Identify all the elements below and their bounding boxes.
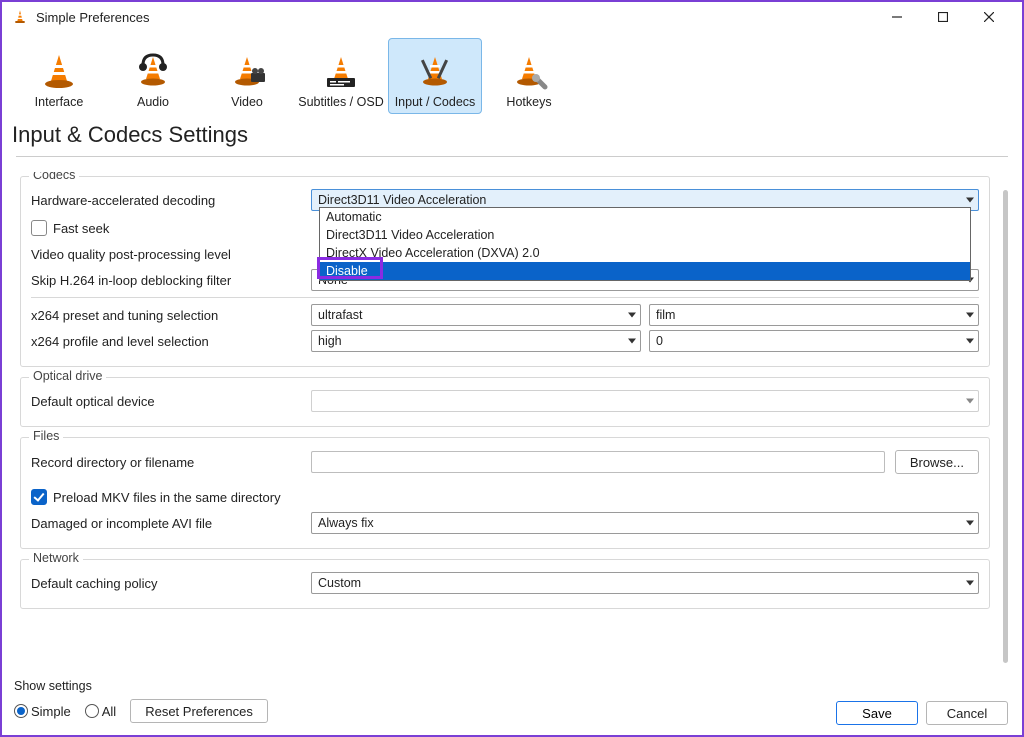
combo-value: film <box>656 308 960 322</box>
combo-value: Custom <box>318 576 960 590</box>
tab-interface[interactable]: Interface <box>12 38 106 114</box>
bottom-bar: Show settings Simple All Reset Preferenc… <box>12 683 1012 727</box>
tab-label: Audio <box>137 95 169 109</box>
record-dir-input[interactable] <box>311 451 885 473</box>
group-legend: Codecs <box>29 172 79 182</box>
show-settings-legend: Show settings <box>14 679 92 693</box>
combo-value: Always fix <box>318 516 960 530</box>
settings-scroll-area: Codecs Hardware-accelerated decoding Dir… <box>12 172 1012 681</box>
hw-decoding-label: Hardware-accelerated decoding <box>31 193 301 208</box>
radio-label: Simple <box>31 704 71 719</box>
radio-all[interactable]: All <box>85 704 126 719</box>
cone-wrench-icon <box>509 51 549 91</box>
save-button[interactable]: Save <box>836 701 918 725</box>
radio-icon <box>85 704 99 718</box>
cone-tools-icon <box>415 51 455 91</box>
group-legend: Network <box>29 551 83 565</box>
group-optical: Optical drive Default optical device <box>20 377 990 427</box>
avi-combo[interactable]: Always fix <box>311 512 979 534</box>
preferences-tabstrip: Interface Audio Video Subtitles / OSD In… <box>2 32 1022 118</box>
cone-subtitles-icon <box>321 51 361 91</box>
chevron-down-icon <box>966 313 974 318</box>
tab-label: Subtitles / OSD <box>298 95 383 109</box>
group-files: Files Record directory or filename Brows… <box>20 437 990 549</box>
default-optical-combo[interactable] <box>311 390 979 412</box>
tab-audio[interactable]: Audio <box>106 38 200 114</box>
browse-button[interactable]: Browse... <box>895 450 979 474</box>
divider <box>31 297 979 298</box>
default-optical-label: Default optical device <box>31 394 301 409</box>
tab-subtitles-osd[interactable]: Subtitles / OSD <box>294 38 388 114</box>
combo-value: 0 <box>656 334 960 348</box>
tab-video[interactable]: Video <box>200 38 294 114</box>
divider <box>16 156 1008 157</box>
radio-icon <box>14 704 28 718</box>
avi-label: Damaged or incomplete AVI file <box>31 516 301 531</box>
tab-input-codecs[interactable]: Input / Codecs <box>388 38 482 114</box>
chevron-down-icon <box>628 313 636 318</box>
combo-value: Direct3D11 Video Acceleration <box>318 193 960 207</box>
chevron-down-icon <box>966 198 974 203</box>
cone-headphones-icon <box>133 51 173 91</box>
x264-tune-combo[interactable]: film <box>649 304 979 326</box>
cone-icon <box>39 51 79 91</box>
cone-film-icon <box>227 51 267 91</box>
window-title: Simple Preferences <box>36 10 874 25</box>
cancel-button[interactable]: Cancel <box>926 701 1008 725</box>
group-legend: Optical drive <box>29 369 106 383</box>
skip-h264-label: Skip H.264 in-loop deblocking filter <box>31 273 301 288</box>
group-legend: Files <box>29 429 63 443</box>
caching-label: Default caching policy <box>31 576 301 591</box>
x264-level-combo[interactable]: 0 <box>649 330 979 352</box>
scrollbar[interactable] <box>1003 190 1008 663</box>
tab-label: Interface <box>35 95 84 109</box>
tab-label: Video <box>231 95 263 109</box>
titlebar: Simple Preferences <box>2 2 1022 32</box>
fast-seek-checkbox[interactable]: Fast seek <box>31 220 109 236</box>
close-button[interactable] <box>966 2 1012 32</box>
combo-value: ultrafast <box>318 308 622 322</box>
hw-decoding-dropdown[interactable]: Automatic Direct3D11 Video Acceleration … <box>319 207 971 281</box>
caching-combo[interactable]: Custom <box>311 572 979 594</box>
x264-preset-combo[interactable]: ultrafast <box>311 304 641 326</box>
dropdown-option[interactable]: Automatic <box>320 208 970 226</box>
combo-value: high <box>318 334 622 348</box>
checkbox-label: Preload MKV files in the same directory <box>53 490 281 505</box>
x264-preset-label: x264 preset and tuning selection <box>31 308 301 323</box>
chevron-down-icon <box>966 399 974 404</box>
tab-label: Input / Codecs <box>395 95 476 109</box>
chevron-down-icon <box>966 581 974 586</box>
page-title: Input & Codecs Settings <box>2 118 1022 154</box>
radio-simple[interactable]: Simple <box>14 704 81 719</box>
x264-profile-label: x264 profile and level selection <box>31 334 301 349</box>
group-codecs: Codecs Hardware-accelerated decoding Dir… <box>20 176 990 367</box>
reset-preferences-button[interactable]: Reset Preferences <box>130 699 268 723</box>
maximize-button[interactable] <box>920 2 966 32</box>
vlc-icon <box>12 9 28 25</box>
checkbox-label: Fast seek <box>53 221 109 236</box>
dropdown-option[interactable]: DirectX Video Acceleration (DXVA) 2.0 <box>320 244 970 262</box>
dropdown-option[interactable]: Disable <box>320 262 970 280</box>
record-dir-label: Record directory or filename <box>31 455 301 470</box>
checkbox-icon <box>31 489 47 505</box>
vq-post-label: Video quality post-processing level <box>31 247 301 262</box>
tab-hotkeys[interactable]: Hotkeys <box>482 38 576 114</box>
radio-label: All <box>102 704 116 719</box>
chevron-down-icon <box>628 339 636 344</box>
chevron-down-icon <box>966 521 974 526</box>
chevron-down-icon <box>966 339 974 344</box>
minimize-button[interactable] <box>874 2 920 32</box>
dropdown-option[interactable]: Direct3D11 Video Acceleration <box>320 226 970 244</box>
x264-profile-combo[interactable]: high <box>311 330 641 352</box>
tab-label: Hotkeys <box>506 95 551 109</box>
group-network: Network Default caching policy Custom <box>20 559 990 609</box>
preload-mkv-checkbox[interactable]: Preload MKV files in the same directory <box>31 489 281 505</box>
checkbox-icon <box>31 220 47 236</box>
